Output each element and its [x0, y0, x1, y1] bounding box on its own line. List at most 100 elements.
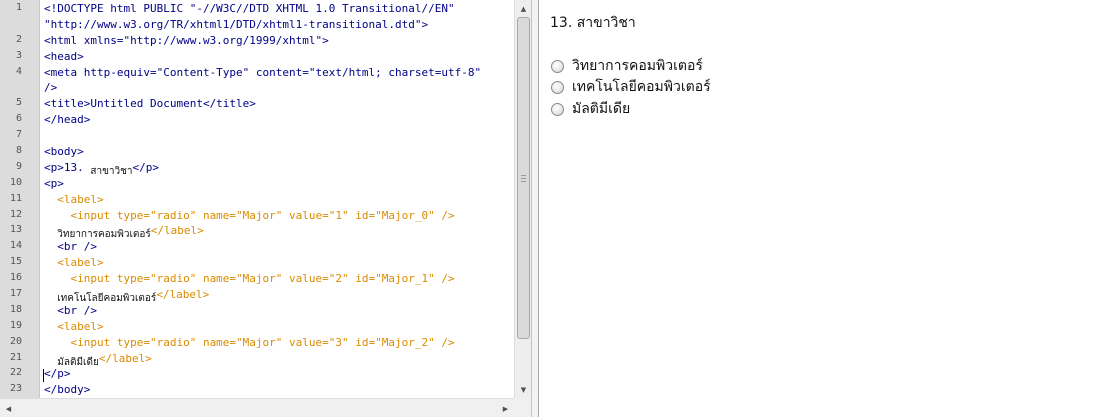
code-token: <input type="radio" name="Major" value="…: [44, 272, 455, 286]
code-token: </label>: [150, 224, 204, 238]
code-token: <body>: [44, 145, 84, 159]
preview-heading: 13. สาขาวิชา: [550, 15, 636, 31]
line-code: <label>: [44, 319, 104, 335]
code-line[interactable]: 1 <!DOCTYPE html PUBLIC "-//W3C//DTD XHTM…: [0, 1, 514, 17]
scroll-left-icon[interactable]: ◀: [0, 400, 17, 417]
code-line[interactable]: 2 <html xmlns="http://www.w3.org/1999/xht…: [0, 33, 514, 49]
line-code: />: [44, 80, 57, 96]
line-number: 6: [15, 113, 22, 125]
horizontal-scrollbar[interactable]: ◀ ▶: [0, 398, 514, 417]
code-token: <html xmlns="http://www.w3.org/1999/xhtm…: [44, 33, 329, 47]
radio-option-computer-science[interactable]: วิทยาการคอมพิวเตอร์: [551, 56, 703, 76]
line-number: 19: [9, 319, 22, 331]
code-token: </label>: [156, 288, 210, 302]
code-line[interactable]: 16 <input type="radio" name="Major" valu…: [0, 271, 514, 287]
code-line[interactable]: 9 <p>13. สาขาวิชา</p>: [0, 160, 514, 177]
code-token: "http://www.w3.org/TR/xhtml1/DTD/xhtml1-…: [44, 17, 429, 31]
code-token: </body>: [44, 383, 91, 397]
code-token: </head>: [44, 113, 91, 127]
code-token: <input type="radio" name="Major" value="…: [44, 208, 455, 222]
code-line[interactable]: 6 </head>: [0, 112, 514, 128]
vertical-scroll-thumb[interactable]: [517, 17, 530, 339]
code-token: <label>: [44, 319, 104, 333]
code-line[interactable]: 5 <title>Untitled Document</title>: [0, 96, 514, 112]
code-line[interactable]: />: [0, 80, 514, 96]
line-code: <meta http-equiv="Content-Type" content=…: [44, 65, 481, 81]
code-view-pane[interactable]: 1 <!DOCTYPE html PUBLIC "-//W3C//DTD XHTM…: [0, 0, 531, 417]
line-code: <input type="radio" name="Major" value="…: [44, 271, 455, 287]
scroll-up-icon[interactable]: ▲: [515, 0, 531, 17]
line-number: 4: [15, 65, 22, 77]
line-code: </body>: [44, 382, 90, 398]
line-code: <body>: [44, 144, 84, 160]
code-token: <label>: [44, 192, 104, 206]
code-line[interactable]: 20 <input type="radio" name="Major" valu…: [0, 335, 514, 351]
code-line[interactable]: 15 <label>: [0, 255, 514, 271]
line-number: 10: [9, 176, 22, 188]
code-line[interactable]: 17 เทคโนโลยีคอมพิวเตอร์</label>: [0, 287, 514, 304]
scroll-down-icon[interactable]: ▼: [515, 381, 531, 398]
radio-button-icon[interactable]: [551, 102, 564, 116]
code-line[interactable]: 14 <br />: [0, 239, 514, 255]
code-line[interactable]: 13 วิทยาการคอมพิวเตอร์</label>: [0, 223, 514, 240]
code-line[interactable]: 4 <meta http-equiv="Content-Type" content…: [0, 65, 514, 81]
line-code: <br />: [44, 239, 97, 255]
code-line[interactable]: "http://www.w3.org/TR/xhtml1/DTD/xhtml1-…: [0, 17, 514, 33]
scroll-right-icon[interactable]: ▶: [497, 400, 514, 417]
code-line[interactable]: 10 <p>: [0, 176, 514, 192]
radio-option-multimedia[interactable]: มัลติมีเดีย: [551, 99, 630, 119]
line-number: 14: [9, 240, 22, 252]
line-number: 2: [15, 33, 22, 45]
line-number: 23: [9, 383, 22, 395]
line-code: <label>: [44, 255, 103, 271]
line-code: </head>: [44, 112, 90, 128]
code-line[interactable]: 19 <label>: [0, 319, 514, 335]
radio-button-icon[interactable]: [551, 59, 564, 73]
line-number: 12: [9, 208, 22, 220]
code-line[interactable]: 3 <head>: [0, 49, 514, 65]
code-line[interactable]: 23 </body>: [0, 382, 514, 398]
code-line[interactable]: 18 <br />: [0, 303, 514, 319]
code-token: <meta http-equiv="Content-Type" content=…: [44, 65, 482, 79]
code-line[interactable]: 11 <label>: [0, 192, 514, 208]
line-code: <br />: [44, 303, 97, 319]
code-line[interactable]: 22 </p>: [0, 366, 514, 382]
vertical-scrollbar[interactable]: ▲ ▼: [514, 0, 531, 398]
text-caret: [43, 369, 44, 382]
line-number: 3: [15, 49, 22, 61]
code-token: />: [44, 81, 58, 95]
code-line[interactable]: 8 <body>: [0, 144, 514, 160]
line-number: 20: [9, 335, 22, 347]
line-code: "http://www.w3.org/TR/xhtml1/DTD/xhtml1-…: [44, 17, 428, 33]
line-code: <input type="radio" name="Major" value="…: [44, 208, 455, 224]
radio-button-icon[interactable]: [551, 80, 564, 94]
view-splitter[interactable]: [531, 0, 539, 417]
code-token: <p>: [44, 176, 64, 190]
design-view-pane[interactable]: 13. สาขาวิชา วิทยาการคอมพิวเตอร์ เทคโนโล…: [539, 0, 1094, 417]
line-code: </p>: [44, 366, 71, 382]
line-code: <p>13. สาขาวิชา</p>: [44, 160, 159, 177]
code-token: <input type="radio" name="Major" value="…: [44, 335, 455, 349]
code-line[interactable]: 7: [0, 128, 514, 144]
code-line[interactable]: 12 <input type="radio" name="Major" valu…: [0, 208, 514, 224]
line-code: <p>: [44, 176, 64, 192]
line-code: <head>: [44, 49, 84, 65]
radio-option-label: มัลติมีเดีย: [572, 101, 631, 117]
line-number: 18: [9, 303, 22, 315]
line-number: 21: [9, 351, 22, 363]
line-code: วิทยาการคอมพิวเตอร์</label>: [44, 223, 204, 240]
line-code: <input type="radio" name="Major" value="…: [44, 335, 455, 351]
line-number: 7: [15, 129, 22, 141]
line-number: 17: [9, 288, 22, 300]
line-code: เทคโนโลยีคอมพิวเตอร์</label>: [44, 287, 209, 304]
code-line[interactable]: 21 มัลติมีเดีย</label>: [0, 351, 514, 368]
line-number: 15: [9, 256, 22, 268]
code-token: <head>: [44, 49, 84, 63]
code-editor[interactable]: 1 <!DOCTYPE html PUBLIC "-//W3C//DTD XHTM…: [0, 1, 514, 398]
radio-option-computer-technology[interactable]: เทคโนโลยีคอมพิวเตอร์: [551, 77, 711, 97]
code-token: <br />: [44, 303, 97, 317]
code-token: </label>: [98, 351, 152, 365]
